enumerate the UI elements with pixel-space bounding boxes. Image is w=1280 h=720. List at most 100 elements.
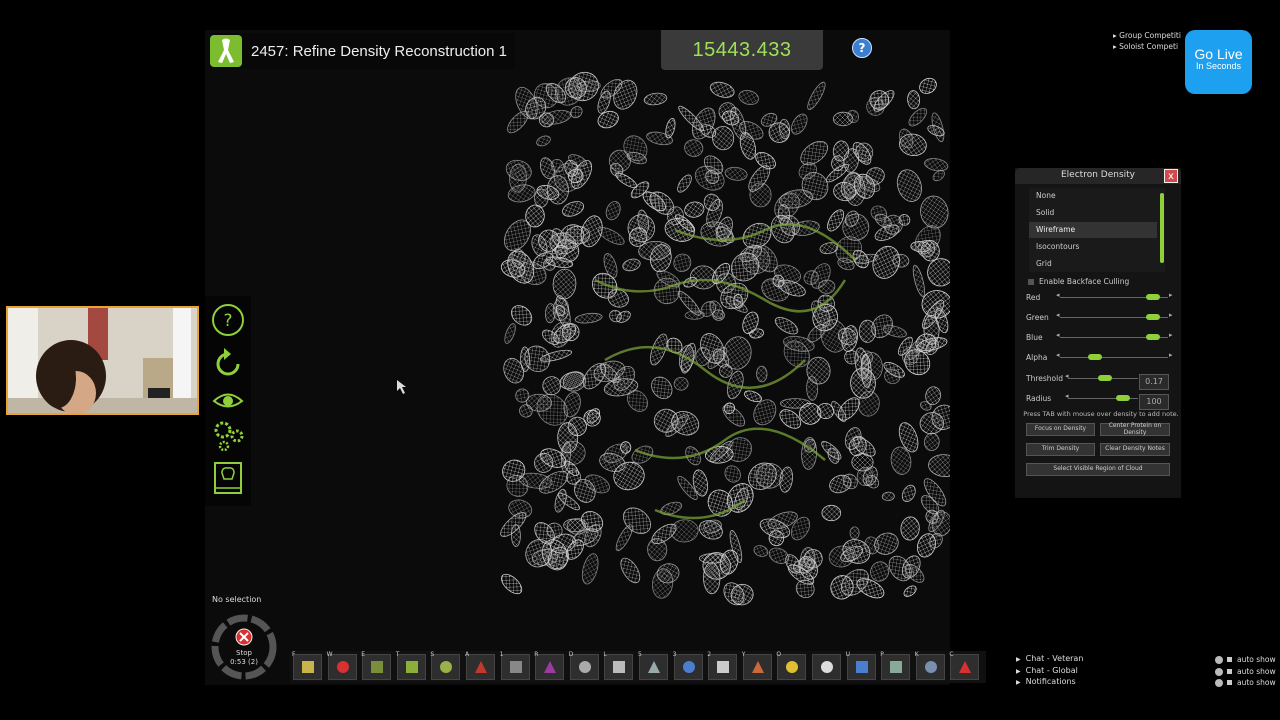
- trim-density-button[interactable]: Trim Density: [1026, 443, 1095, 456]
- slider-knob[interactable]: [1097, 375, 1112, 381]
- hotkey-label: U: [845, 651, 850, 658]
- slider-knob[interactable]: [1088, 354, 1103, 360]
- slider-knob[interactable]: [1146, 334, 1161, 340]
- render-mode-list[interactable]: None Solid Wireframe Isocontours Grid: [1029, 188, 1165, 272]
- pull-tool-button[interactable]: O: [776, 651, 807, 680]
- cut-icon: [648, 661, 660, 673]
- backface-culling-checkbox[interactable]: [1028, 278, 1034, 285]
- auto-show-veteran[interactable]: auto show: [1215, 655, 1276, 664]
- render-mode-grid[interactable]: Grid: [1029, 256, 1157, 272]
- arrow-right-icon[interactable]: ▸: [1169, 311, 1173, 319]
- tweak-tool-button[interactable]: T: [395, 651, 426, 680]
- hotkey-label: P: [880, 651, 884, 658]
- render-mode-isocontours[interactable]: Isocontours: [1029, 239, 1157, 255]
- go-live-subtitle: In Seconds: [1195, 61, 1242, 71]
- pull-icon: [786, 661, 799, 673]
- render-mode-solid[interactable]: Solid: [1029, 205, 1157, 221]
- radius-value-field[interactable]: 100: [1139, 394, 1169, 410]
- chat-global-tab[interactable]: ▶ Chat - Global: [1016, 666, 1078, 675]
- freeze-tool-button[interactable]: F: [292, 651, 322, 680]
- move-tool-button[interactable]: 3: [672, 651, 703, 680]
- center-protein-button[interactable]: Center Protein on Density: [1100, 422, 1170, 436]
- foldit-ribbon-icon[interactable]: [210, 35, 242, 67]
- help-icon[interactable]: ?: [209, 301, 247, 339]
- cloud-tool-button[interactable]: [812, 654, 841, 680]
- scissors-tool-button[interactable]: C: [949, 651, 980, 680]
- slider-label: Red: [1026, 293, 1041, 302]
- chat-veteran-tab[interactable]: ▶ Chat - Veteran: [1016, 654, 1083, 663]
- slider-track[interactable]: [1060, 357, 1168, 358]
- cut-tool-button[interactable]: 5: [638, 651, 668, 680]
- cookbook-icon[interactable]: [209, 459, 247, 497]
- tweak-icon: [405, 661, 418, 673]
- auto-show-notifications[interactable]: auto show: [1215, 678, 1276, 687]
- tools-icon: [717, 661, 730, 673]
- threshold-value-field[interactable]: 0.17: [1139, 374, 1169, 390]
- notifications-tab[interactable]: ▶ Notifications: [1016, 677, 1076, 686]
- auto-show-global[interactable]: auto show: [1215, 667, 1276, 676]
- guide-tool-button[interactable]: K: [915, 651, 945, 680]
- arrow-right-icon[interactable]: ▸: [1169, 331, 1173, 339]
- note-icon: [578, 661, 591, 673]
- slider-alpha[interactable]: Alpha ◂ ▸: [1015, 351, 1181, 365]
- arrow-right-icon[interactable]: ▸: [1169, 351, 1173, 359]
- hotkey-label: Y: [741, 651, 746, 658]
- guide-icon: [924, 661, 937, 673]
- cloud-icon: [821, 661, 833, 673]
- help-button[interactable]: ?: [852, 38, 872, 58]
- note-tool-button[interactable]: D: [568, 651, 599, 680]
- reset-icon[interactable]: [209, 344, 247, 382]
- score-panel: 15443.433: [661, 30, 823, 70]
- hotkey-label: S: [430, 651, 435, 658]
- panel-header[interactable]: Electron Density x: [1015, 168, 1181, 184]
- arrow-right-icon[interactable]: ▸: [1169, 291, 1173, 299]
- rebuild-tool-button[interactable]: E: [361, 651, 392, 680]
- density-wireframe-render[interactable]: [205, 30, 950, 685]
- hotkey-label: T: [395, 651, 400, 658]
- list-scrollbar[interactable]: [1160, 193, 1164, 263]
- mouse-cursor-icon: [397, 380, 406, 394]
- arrow-left-icon[interactable]: ◂: [1056, 351, 1060, 359]
- game-viewport[interactable]: [205, 30, 950, 685]
- clear-density-notes-button[interactable]: Clear Density Notes: [1100, 443, 1170, 456]
- loop-tool-button[interactable]: L: [603, 651, 634, 680]
- slider-knob[interactable]: [1146, 294, 1161, 300]
- delete-tool-button[interactable]: W: [327, 651, 357, 680]
- arrow-left-icon[interactable]: ◂: [1056, 311, 1060, 319]
- hotkey-label: 3: [672, 651, 677, 658]
- hotkey-label: 2: [707, 651, 712, 658]
- slider-knob[interactable]: [1146, 314, 1161, 320]
- crop-tool-button[interactable]: U: [845, 651, 876, 680]
- render-mode-none[interactable]: None: [1029, 188, 1157, 204]
- arrow-left-icon[interactable]: ◂: [1056, 291, 1060, 299]
- stop-label: Stop: [236, 649, 252, 657]
- selection-status: No selection: [212, 595, 262, 604]
- render-mode-wireframe[interactable]: Wireframe: [1029, 222, 1157, 238]
- slider-red[interactable]: Red ◂ ▸: [1015, 291, 1181, 305]
- close-button[interactable]: x: [1164, 169, 1178, 183]
- rubber-band-tool-button[interactable]: R: [534, 651, 565, 680]
- bands-tool-button[interactable]: P: [880, 651, 911, 680]
- wiggle-tool-button[interactable]: A: [465, 651, 495, 680]
- go-live-badge[interactable]: Go Live In Seconds: [1185, 30, 1252, 94]
- hotkey-label: D: [568, 651, 574, 658]
- hotkey-label: C: [949, 651, 954, 658]
- stop-control[interactable]: Stop 0:53 (2): [209, 612, 279, 682]
- focus-density-button[interactable]: Focus on Density: [1026, 423, 1095, 436]
- shake-tool-button[interactable]: S: [430, 651, 461, 680]
- slider-green[interactable]: Green ◂ ▸: [1015, 311, 1181, 325]
- mutate-tool-button[interactable]: 1: [500, 651, 530, 680]
- slider-knob[interactable]: [1115, 395, 1130, 401]
- backface-culling-row[interactable]: Enable Backface Culling: [1028, 277, 1129, 286]
- slider-blue[interactable]: Blue ◂ ▸: [1015, 331, 1181, 345]
- tools-tool-button[interactable]: 2: [707, 651, 738, 680]
- select-visible-region-button[interactable]: Select Visible Region of Cloud: [1026, 463, 1170, 476]
- group-competition-link[interactable]: ▸ Group Competiti: [1113, 31, 1181, 40]
- settings-gears-icon[interactable]: [209, 416, 247, 454]
- view-eye-icon[interactable]: [209, 382, 247, 420]
- arrow-left-icon[interactable]: ◂: [1056, 331, 1060, 339]
- puzzle-title: 2457: Refine Density Reconstruction 1: [251, 42, 507, 60]
- attract-tool-button[interactable]: Y: [741, 651, 772, 680]
- action-toolbar: F W E T S A 1 R D L 5 3 2 Y O U P K C: [290, 651, 986, 683]
- soloist-competition-link[interactable]: ▸ Soloist Competi: [1113, 42, 1178, 51]
